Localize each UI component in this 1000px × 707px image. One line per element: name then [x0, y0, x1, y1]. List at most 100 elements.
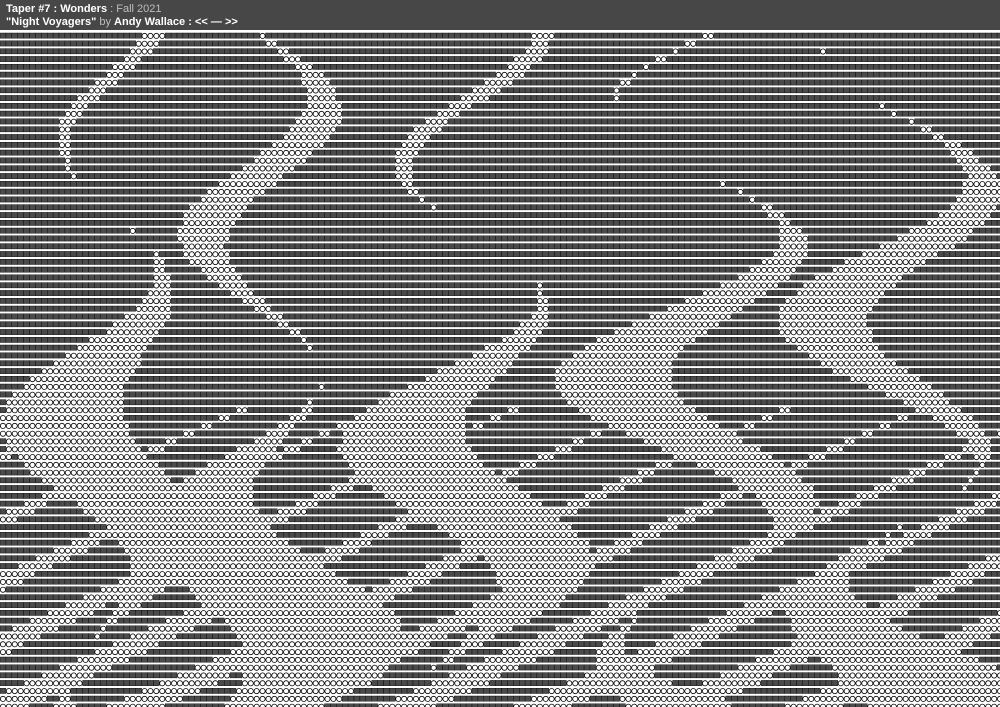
- dark-cell: [943, 251, 951, 257]
- dark-cell: [637, 134, 644, 140]
- dark-cell: [654, 118, 662, 125]
- dark-cell: [253, 204, 260, 211]
- dark-cell: [229, 32, 237, 39]
- dark-cell: [35, 196, 42, 203]
- dark-cell: [896, 180, 903, 187]
- dark-cell: [920, 32, 927, 39]
- dark-cell: [442, 64, 449, 70]
- light-cell: [271, 165, 278, 172]
- dark-cell: [890, 40, 898, 47]
- dark-cell: [825, 48, 833, 55]
- dark-cell: [383, 64, 390, 70]
- dark-cell: [749, 141, 756, 148]
- dark-cell: [737, 180, 744, 187]
- dark-cell: [825, 149, 833, 156]
- dark-cell: [342, 32, 349, 39]
- dark-cell: [648, 87, 656, 94]
- dark-cell: [896, 141, 903, 148]
- dark-cell: [495, 95, 502, 101]
- dark-cell: [524, 173, 532, 179]
- light-cell: [283, 56, 290, 63]
- dark-cell: [737, 243, 744, 250]
- dark-cell: [35, 87, 42, 94]
- dark-cell: [819, 212, 827, 218]
- dark-cell: [194, 40, 201, 47]
- dark-cell: [802, 64, 809, 70]
- dark-cell: [259, 141, 266, 148]
- dark-cell: [867, 40, 874, 47]
- dark-cell: [259, 196, 266, 203]
- dark-cell: [595, 173, 603, 179]
- dark-cell: [176, 110, 184, 117]
- dark-cell: [70, 180, 77, 187]
- dark-cell: [58, 95, 66, 101]
- dark-cell: [631, 87, 638, 94]
- dark-cell: [530, 173, 538, 179]
- dark-cell: [678, 173, 685, 179]
- dark-cell: [536, 219, 544, 226]
- previous-link[interactable]: <<: [195, 16, 208, 28]
- dark-cell: [819, 243, 827, 250]
- dark-cell: [200, 134, 207, 140]
- dark-cell: [519, 87, 526, 94]
- dark-cell: [111, 87, 119, 94]
- dark-cell: [884, 118, 892, 125]
- dark-cell: [35, 149, 42, 156]
- dark-cell: [867, 141, 874, 148]
- dark-cell: [477, 204, 484, 211]
- light-cell: [194, 243, 201, 250]
- dark-cell: [129, 118, 136, 125]
- dark-cell: [5, 95, 13, 101]
- dark-cell: [94, 126, 101, 133]
- dark-cell: [330, 212, 337, 218]
- dark-cell: [359, 243, 366, 250]
- dark-cell: [182, 95, 189, 101]
- dark-cell: [961, 79, 968, 86]
- dark-cell: [837, 196, 844, 203]
- dark-cell: [389, 56, 396, 62]
- dark-cell: [188, 141, 195, 148]
- dark-cell: [755, 204, 762, 211]
- dark-cell: [696, 243, 703, 250]
- dark-cell: [229, 126, 237, 133]
- dark-cell: [554, 141, 561, 148]
- author-name: Andy Wallace: [114, 16, 186, 28]
- dark-cell: [548, 87, 555, 94]
- dark-cell: [123, 134, 131, 140]
- light-cell: [884, 243, 891, 250]
- dark-cell: [23, 251, 30, 257]
- dark-cell: [123, 243, 131, 250]
- dark-cell: [607, 102, 614, 109]
- dark-cell: [424, 196, 431, 203]
- dark-cell: [135, 95, 142, 101]
- dark-cell: [247, 118, 254, 125]
- dark-cell: [808, 204, 815, 211]
- dark-cell: [867, 188, 874, 195]
- dark-cell: [194, 157, 201, 164]
- light-cell: [194, 204, 201, 211]
- dark-cell: [401, 118, 408, 125]
- dark-cell: [802, 173, 809, 179]
- dark-cell: [808, 110, 815, 117]
- dark-cell: [365, 79, 372, 86]
- dark-cell: [861, 64, 868, 70]
- light-cell: [749, 196, 756, 203]
- dark-cell: [808, 173, 815, 179]
- dark-cell: [418, 188, 425, 195]
- dark-cell: [955, 173, 962, 179]
- light-cell: [973, 157, 980, 164]
- dark-cell: [288, 40, 296, 47]
- dark-cell: [448, 180, 455, 187]
- next-link[interactable]: >>: [225, 16, 238, 28]
- dark-cell: [253, 48, 260, 55]
- dark-cell: [902, 87, 909, 94]
- light-cell: [424, 126, 431, 133]
- dark-cell: [654, 204, 662, 211]
- dark-cell: [831, 64, 839, 70]
- dark-cell: [412, 118, 420, 125]
- dark-cell: [11, 157, 18, 164]
- dark-cell: [896, 204, 903, 211]
- dark-cell: [908, 165, 915, 172]
- dark-cell: [52, 258, 60, 265]
- light-cell: [212, 220, 219, 227]
